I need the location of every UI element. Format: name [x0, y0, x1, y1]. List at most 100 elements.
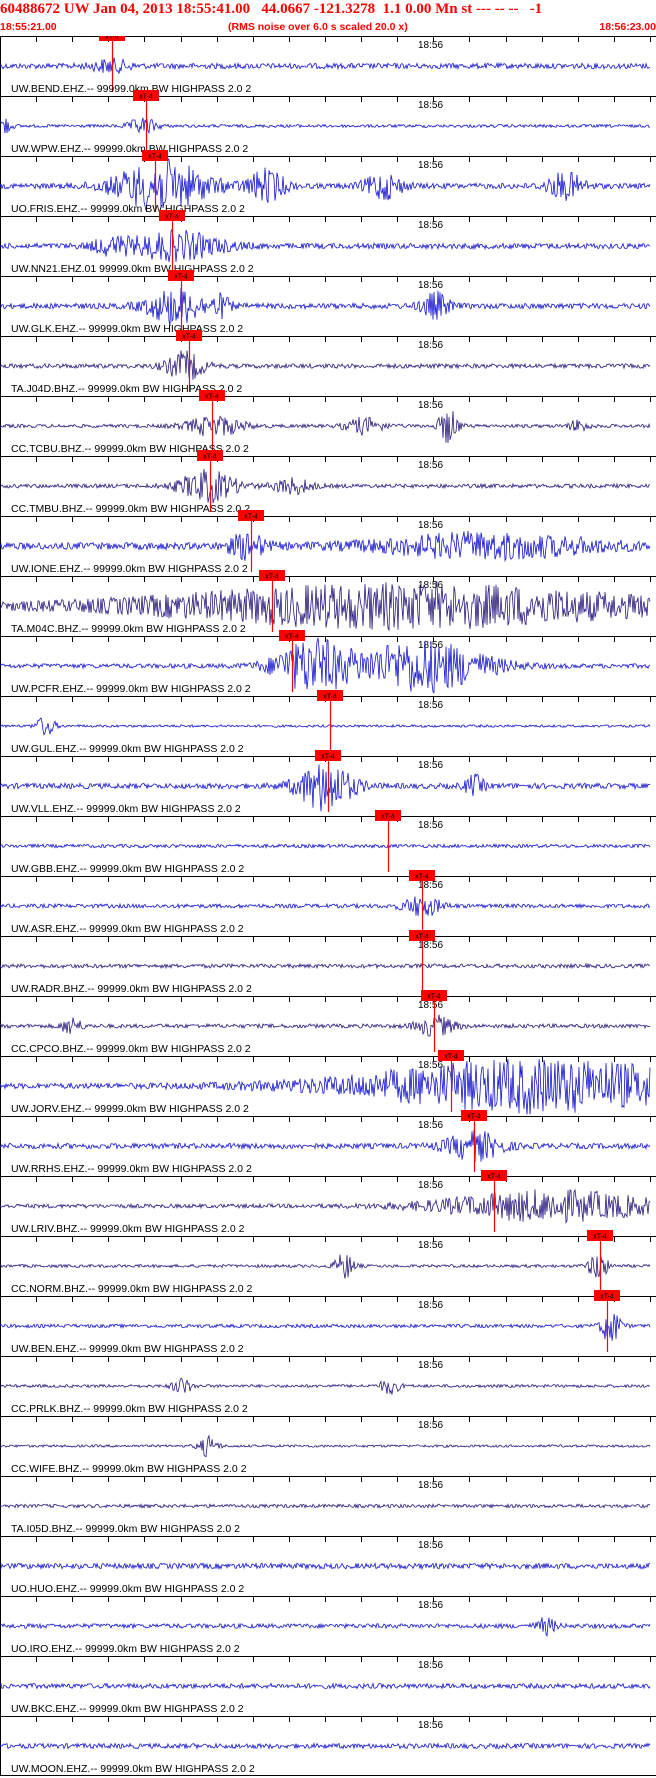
station-label: CC.TMBU.BHZ.-- 99999.0km BW HIGHPASS 2.0…	[11, 503, 250, 515]
pick-label: xT-4	[415, 874, 429, 881]
center-time-label: 18:56	[418, 1360, 443, 1371]
station-label: UW.RADR.BHZ.-- 99999.0km BW HIGHPASS 2.0…	[11, 983, 252, 995]
center-time-label: 18:56	[418, 1660, 443, 1671]
station-label: UW.ASR.EHZ.-- 99999.0km BW HIGHPASS 2.0 …	[11, 923, 244, 935]
waveform-trace	[0, 1188, 651, 1224]
waveform-trace	[0, 350, 651, 380]
pick-label: xT-4	[415, 934, 429, 941]
waveform-trace	[0, 1377, 651, 1395]
pick-label: xT-4	[105, 36, 119, 41]
station-label: UW.MOON.EHZ.-- 99999.0km BW HIGHPASS 2.0…	[11, 1763, 255, 1775]
waveform-trace	[0, 1741, 651, 1750]
center-time-label: 18:56	[418, 1420, 443, 1431]
center-time-label: 18:56	[418, 1240, 443, 1251]
station-label: CC.WIFE.BHZ.-- 99999.0km BW HIGHPASS 2.0…	[11, 1463, 247, 1475]
waveform-trace	[0, 1434, 651, 1458]
station-label: UW.RRHS.EHZ.-- 99999.0km BW HIGHPASS 2.0…	[11, 1163, 252, 1175]
station-label: UW.IONE.EHZ.-- 99999.0km BW HIGHPASS 2.0…	[11, 563, 248, 575]
pick-label: xT-4	[174, 274, 188, 281]
center-time-label: 18:56	[418, 280, 443, 291]
pick-label: xT-4	[427, 994, 441, 1001]
station-label: UO.HUO.EHZ.-- 99999.0km BW HIGHPASS 2.0 …	[11, 1583, 244, 1595]
pick-label: xT-4	[444, 1054, 458, 1061]
waveform-trace	[0, 896, 651, 916]
center-time-label: 18:56	[418, 1600, 443, 1611]
station-label: UW.NN21.EHZ.01 99999.0km BW HIGHPASS 2.0…	[11, 263, 254, 275]
station-label: UW.GUL.EHZ.-- 99999.0km BW HIGHPASS 2.0 …	[11, 743, 244, 755]
center-time-label: 18:56	[418, 400, 443, 411]
waveform-trace	[0, 57, 650, 74]
center-time-label: 18:56	[418, 940, 443, 951]
pick-label: xT-4	[139, 94, 153, 101]
pick-label: xT-4	[323, 694, 337, 701]
pick-label: xT-4	[182, 334, 196, 341]
end-time-label: 18:56:23.00	[599, 21, 656, 33]
center-time-label: 18:56	[418, 100, 443, 111]
pick-label: xT-4	[600, 1294, 614, 1301]
station-label: UW.WPW.EHZ.-- 99999.0km BW HIGHPASS 2.0 …	[11, 143, 248, 155]
center-time-label: 18:56	[418, 220, 443, 231]
waveform-trace	[0, 717, 651, 736]
station-label: UW.BKC.EHZ.-- 99999.0km BW HIGHPASS 2.0 …	[11, 1703, 244, 1715]
waveform-trace	[0, 1014, 651, 1037]
waveform-trace	[0, 411, 651, 444]
center-time-label: 18:56	[418, 520, 443, 531]
station-label: CC.CPCO.BHZ.-- 99999.0km BW HIGHPASS 2.0…	[11, 1043, 251, 1055]
center-time-label: 18:56	[418, 580, 443, 591]
waveform-trace	[0, 1129, 651, 1162]
event-title: 60488672 UW Jan 04, 2013 18:55:41.00 44.…	[0, 1, 543, 17]
pick-label: xT-4	[285, 634, 299, 641]
station-label: UO.FRIS.EHZ.-- 99999.0km BW HIGHPASS 2.0…	[11, 203, 245, 215]
waveform-trace	[0, 228, 651, 263]
center-time-label: 18:56	[418, 40, 443, 51]
center-time-label: 18:56	[418, 820, 443, 831]
station-label: TA.M04C.BHZ.-- 99999.0km BW HIGHPASS 2.0…	[11, 623, 246, 635]
start-time-label: 18:55:21.00	[0, 21, 57, 33]
station-label: UO.IRO.EHZ.-- 99999.0km BW HIGHPASS 2.0 …	[11, 1643, 240, 1655]
pick-label: xT-4	[321, 754, 335, 761]
center-time-label: 18:56	[418, 340, 443, 351]
waveform-trace	[0, 1682, 651, 1690]
station-label: UW.BEN.EHZ.-- 99999.0km BW HIGHPASS 2.0 …	[11, 1343, 244, 1355]
waveform-trace	[0, 1617, 651, 1637]
waveform-trace	[0, 1254, 651, 1279]
pick-label: xT-4	[148, 154, 162, 161]
center-time-label: 18:56	[418, 1120, 443, 1131]
waveform-trace	[0, 1503, 651, 1509]
center-time-label: 18:56	[418, 1720, 443, 1731]
pick-label: xT-4	[467, 1114, 481, 1121]
station-label: CC.PRLK.BHZ.-- 99999.0km BW HIGHPASS 2.0…	[11, 1403, 248, 1415]
center-time-label: 18:56	[418, 1540, 443, 1551]
rms-subtitle: (RMS noise over 6.0 s scaled 20.0 x)	[228, 21, 408, 33]
center-time-label: 18:56	[418, 700, 443, 711]
waveform-trace	[0, 1313, 651, 1341]
station-label: UW.BEND.EHZ.-- 99999.0km BW HIGHPASS 2.0…	[11, 83, 251, 95]
center-time-label: 18:56	[418, 1180, 443, 1191]
waveform-trace	[0, 1561, 651, 1571]
station-label: TA.I05D.BHZ.-- 99999.0km BW HIGHPASS 2.0…	[11, 1523, 240, 1535]
pick-label: xT-4	[265, 574, 279, 581]
center-time-label: 18:56	[418, 760, 443, 771]
station-label: UW.GBB.EHZ.-- 99999.0km BW HIGHPASS 2.0 …	[11, 863, 244, 875]
waveform-trace	[0, 287, 651, 327]
waveform-trace	[0, 117, 651, 134]
pick-label: xT-4	[593, 1234, 607, 1241]
center-time-label: 18:56	[418, 1300, 443, 1311]
waveform-trace	[0, 530, 651, 562]
seismogram-plot: 18:56xT-4UW.BEND.EHZ.-- 99999.0km BW HIG…	[0, 36, 656, 1776]
pick-label: xT-4	[244, 514, 258, 521]
pick-label: xT-4	[165, 214, 179, 221]
center-time-label: 18:56	[418, 160, 443, 171]
center-time-label: 18:56	[418, 1060, 443, 1071]
center-time-label: 18:56	[418, 880, 443, 891]
pick-label: xT-4	[381, 814, 395, 821]
center-time-label: 18:56	[418, 460, 443, 471]
center-time-label: 18:56	[418, 1480, 443, 1491]
station-label: UW.LRIV.BHZ.-- 99999.0km BW HIGHPASS 2.0…	[11, 1223, 245, 1235]
center-time-label: 18:56	[418, 1000, 443, 1011]
pick-label: xT-4	[203, 454, 217, 461]
pick-label: xT-4	[487, 1174, 501, 1181]
plot-header: 60488672 UW Jan 04, 2013 18:55:41.00 44.…	[0, 0, 656, 36]
waveform-trace	[0, 469, 651, 504]
station-label: UW.PCFR.EHZ.-- 99999.0km BW HIGHPASS 2.0…	[11, 683, 251, 695]
